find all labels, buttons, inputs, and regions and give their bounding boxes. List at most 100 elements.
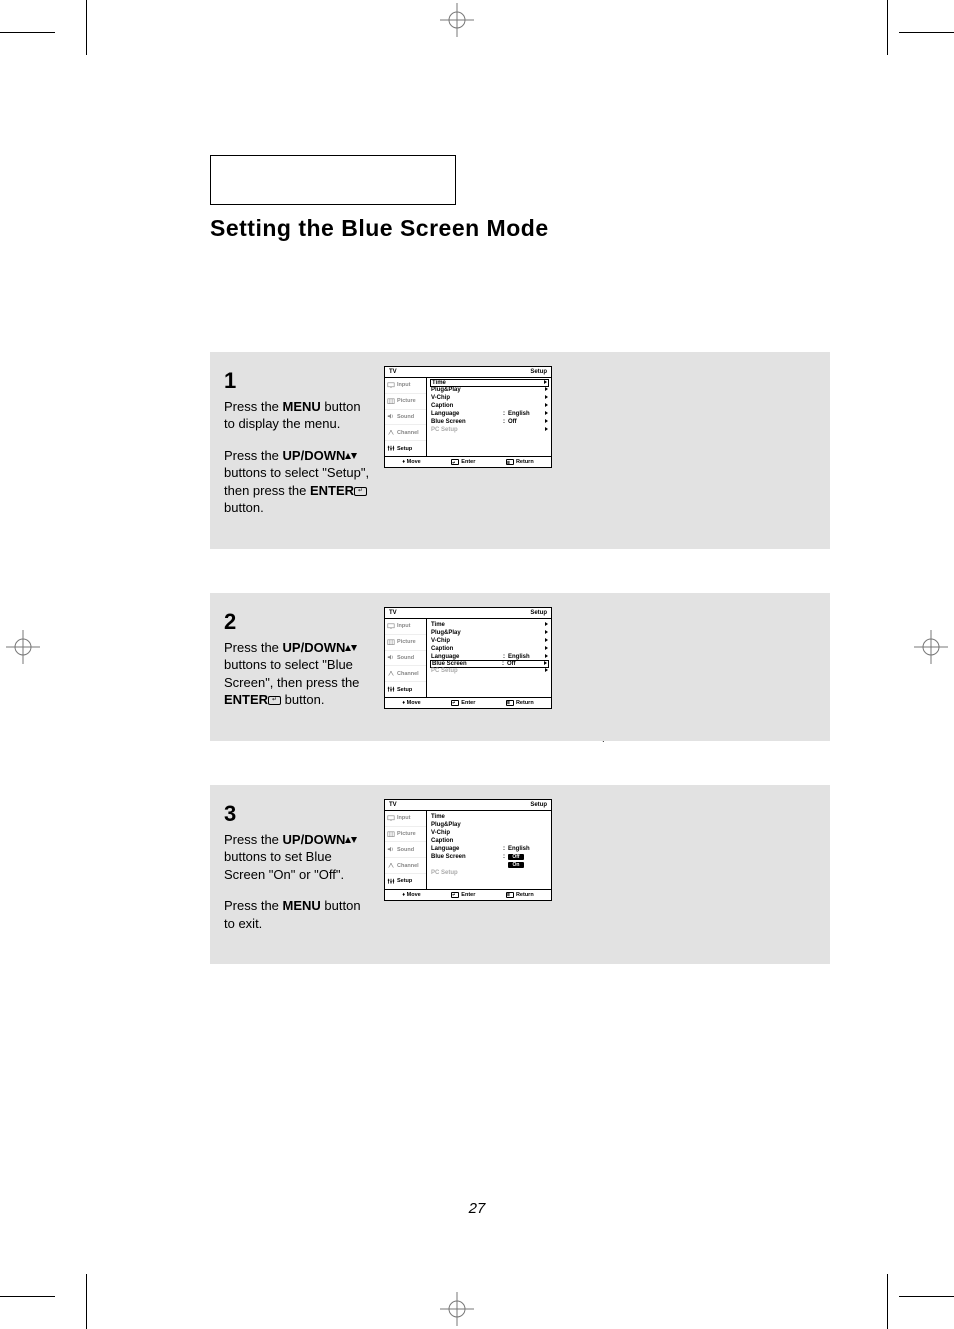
tv-main: TimePlug&PlayV-ChipCaptionLanguage:Engli… (427, 811, 551, 889)
sound-icon (387, 654, 395, 661)
setup-icon (387, 686, 395, 693)
chevron-right-icon (542, 403, 548, 409)
sidebar-item-picture: Picture (385, 826, 426, 842)
chevron-right-icon (542, 668, 548, 674)
setup-icon (387, 878, 395, 885)
enter-icon: ↵ (354, 487, 367, 496)
crop-mark (86, 0, 87, 55)
option-pill: Off (508, 854, 524, 860)
step-block-1: 1 Press the MENU button to display the m… (210, 352, 830, 549)
tv-sidebar: InputPictureSoundChannelSetup (385, 619, 427, 697)
setup-icon (387, 445, 395, 452)
instruction-text: Press the MENU button to exit. (224, 897, 374, 932)
menu-row-pc-setup: PC Setup (431, 426, 548, 434)
sidebar-item-input: Input (385, 811, 426, 826)
menu-row-blue-screen: Blue Screen:Off (430, 660, 549, 668)
menu-row-caption: Caption (431, 837, 548, 845)
sidebar-item-setup: Setup (385, 440, 426, 456)
picture-icon (387, 639, 395, 646)
chevron-right-icon (542, 411, 548, 417)
step-number: 2 (224, 607, 374, 637)
tv-sidebar: InputPictureSoundChannelSetup (385, 811, 427, 889)
step-number: 3 (224, 799, 374, 829)
tv-footer: ♦ Move ↵ Enter Ⅲ Return (385, 697, 551, 708)
return-icon: Ⅲ (506, 892, 514, 898)
chevron-right-icon (542, 395, 548, 401)
tv-menu: TVSetup InputPictureSoundChannelSetupTim… (384, 366, 552, 468)
tv-main: TimePlug&PlayV-ChipCaptionLanguage:Engli… (427, 619, 551, 697)
sidebar-item-setup: Setup (385, 873, 426, 889)
step-text: 1 Press the MENU button to display the m… (224, 366, 384, 531)
sidebar-item-picture: Picture (385, 393, 426, 409)
instruction-text: Press the MENU button to display the men… (224, 398, 374, 433)
sidebar-item-channel: Channel (385, 665, 426, 681)
registration-mark (440, 3, 474, 37)
chevron-right-icon (541, 661, 547, 667)
menu-row-blue-screen: Blue Screen:Off (431, 418, 548, 426)
tv-footer: ♦ Move ↵ Enter Ⅲ Return (385, 456, 551, 467)
menu-row-v-chip: V-Chip (431, 829, 548, 837)
chevron-right-icon (542, 638, 548, 644)
step-number: 1 (224, 366, 374, 396)
channel-icon (387, 670, 395, 677)
chevron-right-icon (542, 387, 548, 393)
tv-menu: TVSetup InputPictureSoundChannelSetupTim… (384, 607, 552, 709)
step-block-3: 3 Press the UP/DOWN buttons to set Blue … (210, 785, 830, 964)
crop-mark (0, 32, 55, 33)
crop-mark (887, 1274, 888, 1329)
menu-row-plug-play: Plug&Play (431, 821, 548, 829)
instruction-text: Press the UP/DOWN buttons to select "Blu… (224, 639, 374, 709)
registration-mark (914, 630, 948, 664)
tv-menu: TVSetup InputPictureSoundChannelSetupTim… (384, 799, 552, 901)
chevron-right-icon (542, 419, 548, 425)
chevron-right-icon (542, 427, 548, 433)
crop-mark (887, 0, 888, 55)
sidebar-item-sound: Sound (385, 650, 426, 666)
tv-menu-header: TVSetup (385, 608, 551, 619)
sidebar-item-channel: Channel (385, 424, 426, 440)
chevron-right-icon (542, 622, 548, 628)
page-number: 27 (0, 1200, 954, 1217)
channel-icon (387, 862, 395, 869)
enter-icon: ↵ (451, 892, 459, 898)
menu-row: On (431, 861, 548, 869)
menu-row-caption: Caption (431, 402, 548, 410)
menu-row-pc-setup: PC Setup (431, 667, 548, 675)
sidebar-item-input: Input (385, 619, 426, 634)
tv-menu-header: TVSetup (385, 800, 551, 811)
enter-icon: ↵ (268, 696, 281, 705)
chevron-right-icon (542, 646, 548, 652)
crop-mark (86, 1274, 87, 1329)
sidebar-item-channel: Channel (385, 857, 426, 873)
menu-row-v-chip: V-Chip (431, 394, 548, 402)
instruction-text: Press the UP/DOWN buttons to set Blue Sc… (224, 831, 374, 884)
sound-icon (387, 413, 395, 420)
chevron-right-icon (542, 630, 548, 636)
page-title: Setting the Blue Screen Mode (210, 215, 830, 242)
step-block-2: 2 Press the UP/DOWN buttons to select "B… (210, 593, 830, 741)
enter-icon: ↵ (451, 459, 459, 465)
return-icon: Ⅲ (506, 700, 514, 706)
option-pill: On (508, 862, 524, 868)
tv-sidebar: InputPictureSoundChannelSetup (385, 378, 427, 456)
chevron-right-icon (541, 380, 547, 386)
menu-row-time: Time (431, 621, 548, 629)
menu-row-language: Language:English (431, 410, 548, 418)
menu-row-language: Language:English (431, 845, 548, 853)
header-box (210, 155, 456, 205)
channel-icon (387, 429, 395, 436)
menu-row-v-chip: V-Chip (431, 637, 548, 645)
input-icon (387, 382, 395, 389)
menu-row-plug-play: Plug&Play (431, 629, 548, 637)
picture-icon (387, 831, 395, 838)
chevron-right-icon (542, 654, 548, 660)
tv-footer: ♦ Move ↵ Enter Ⅲ Return (385, 889, 551, 900)
step-text: 2 Press the UP/DOWN buttons to select "B… (224, 607, 384, 723)
sidebar-item-input: Input (385, 378, 426, 393)
menu-row-caption: Caption (431, 645, 548, 653)
step-text: 3 Press the UP/DOWN buttons to set Blue … (224, 799, 384, 946)
sidebar-item-sound: Sound (385, 841, 426, 857)
return-icon: Ⅲ (506, 459, 514, 465)
sidebar-item-sound: Sound (385, 409, 426, 425)
crop-mark (0, 1296, 55, 1297)
